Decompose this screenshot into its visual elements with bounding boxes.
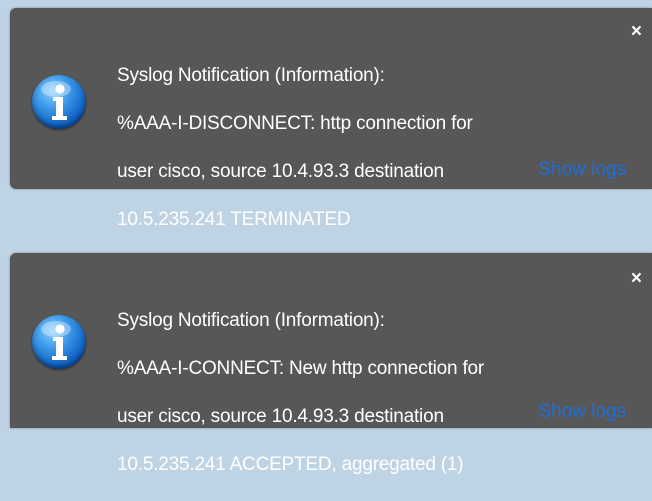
close-icon[interactable]: × <box>631 269 642 288</box>
notification-line: 10.5.235.241 ACCEPTED, aggregated (1) <box>117 454 464 475</box>
syslog-notification: Syslog Notification (Information): %AAA-… <box>10 8 652 230</box>
show-logs-link[interactable]: Show logs <box>538 402 626 421</box>
info-icon <box>32 315 86 369</box>
info-icon <box>32 75 86 129</box>
notification-title: Syslog Notification (Information): <box>117 310 385 331</box>
notification-line: %AAA-I-CONNECT: New http connection for <box>117 358 485 379</box>
close-icon[interactable]: × <box>631 22 642 41</box>
syslog-notification: Syslog Notification (Information): %AAA-… <box>10 253 652 475</box>
notification-line: 10.5.235.241 TERMINATED <box>117 209 351 230</box>
notification-message: Syslog Notification (Information): %AAA-… <box>117 285 622 501</box>
notification-title: Syslog Notification (Information): <box>117 65 385 86</box>
notification-message: Syslog Notification (Information): %AAA-… <box>117 40 622 256</box>
notification-line: %AAA-I-DISCONNECT: http connection for <box>117 113 473 134</box>
show-logs-link[interactable]: Show logs <box>538 160 626 179</box>
